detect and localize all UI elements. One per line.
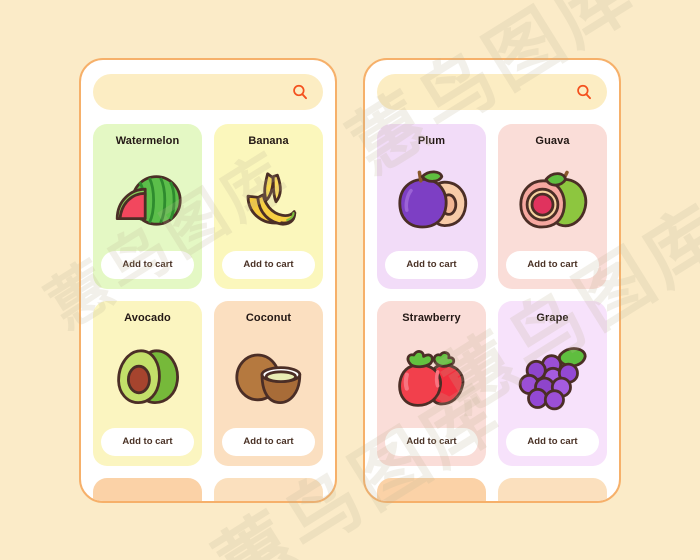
product-title: Grape: [536, 311, 569, 324]
add-to-cart-button[interactable]: Add to cart: [101, 250, 194, 279]
screen-right: Plum Add to cart Guava Add to cart Straw…: [363, 57, 621, 503]
product-card-partial[interactable]: [93, 477, 202, 501]
product-card[interactable]: Avocado Add to cart: [93, 300, 202, 466]
search-input[interactable]: [107, 85, 291, 98]
product-grid: Watermelon Add to cart Banana Add to car…: [93, 123, 323, 501]
screens-stage: Watermelon Add to cart Banana Add to car…: [0, 0, 700, 560]
product-title: Plum: [417, 134, 446, 147]
product-card[interactable]: Watermelon Add to cart: [93, 123, 202, 289]
product-card[interactable]: Guava Add to cart: [498, 123, 607, 289]
product-title: Watermelon: [115, 134, 180, 147]
add-to-cart-button[interactable]: Add to cart: [506, 427, 599, 456]
strawberry-icon: [385, 324, 478, 428]
product-card-partial[interactable]: [377, 477, 486, 501]
avocado-icon: [101, 324, 194, 428]
product-title: Banana: [248, 134, 289, 147]
add-to-cart-button[interactable]: Add to cart: [385, 250, 478, 279]
add-to-cart-button[interactable]: Add to cart: [222, 427, 315, 456]
product-title: Strawberry: [402, 311, 461, 324]
add-to-cart-button[interactable]: Add to cart: [222, 250, 315, 279]
product-card[interactable]: Strawberry Add to cart: [377, 300, 486, 466]
search-input[interactable]: [391, 85, 575, 98]
product-card[interactable]: Grape Add to cart: [498, 300, 607, 466]
coconut-icon: [222, 324, 315, 428]
product-card[interactable]: Coconut Add to cart: [214, 300, 323, 466]
plum-icon: [385, 147, 478, 251]
product-card[interactable]: Banana Add to cart: [214, 123, 323, 289]
guava-icon: [506, 147, 599, 251]
add-to-cart-button[interactable]: Add to cart: [385, 427, 478, 456]
product-card-partial[interactable]: [498, 477, 607, 501]
grape-icon: [506, 324, 599, 428]
product-card-partial[interactable]: [214, 477, 323, 501]
product-title: Avocado: [124, 311, 171, 324]
product-title: Coconut: [245, 311, 292, 324]
search-icon[interactable]: [575, 83, 593, 101]
screen-left: Watermelon Add to cart Banana Add to car…: [79, 57, 337, 503]
product-grid: Plum Add to cart Guava Add to cart Straw…: [377, 123, 607, 501]
search-bar[interactable]: [377, 73, 607, 110]
add-to-cart-button[interactable]: Add to cart: [506, 250, 599, 279]
banana-icon: [222, 147, 315, 251]
search-bar[interactable]: [93, 73, 323, 110]
product-card[interactable]: Plum Add to cart: [377, 123, 486, 289]
add-to-cart-button[interactable]: Add to cart: [101, 427, 194, 456]
search-icon[interactable]: [291, 83, 309, 101]
product-title: Guava: [535, 134, 570, 147]
watermelon-icon: [101, 147, 194, 251]
